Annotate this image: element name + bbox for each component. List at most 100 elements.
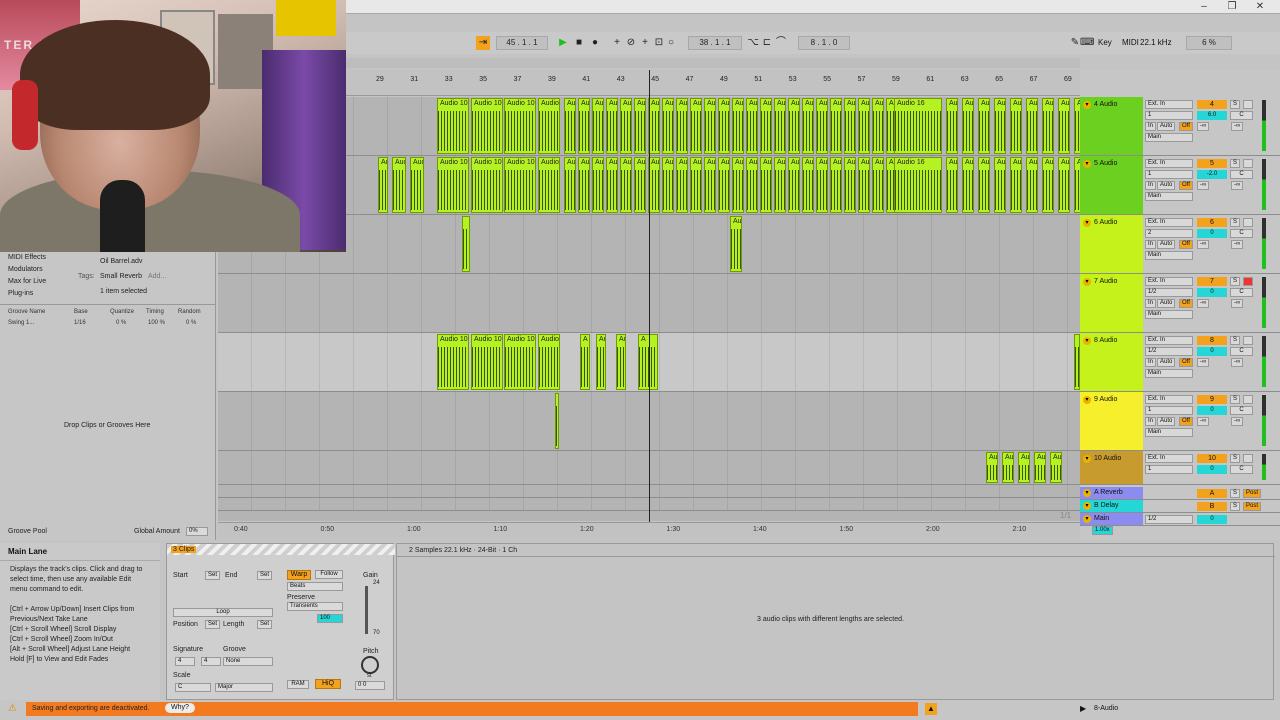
groove-base[interactable]: 1/16 (74, 320, 86, 326)
volume-value[interactable]: 0 (1197, 515, 1227, 524)
track-activator[interactable]: 6 (1197, 218, 1227, 227)
input-type-select[interactable]: Ext. In (1145, 218, 1193, 227)
post-button[interactable]: Post (1243, 489, 1262, 498)
monitor-in-button[interactable]: In (1145, 299, 1157, 308)
audio-clip[interactable] (462, 216, 470, 272)
audio-clip[interactable]: Aud (946, 157, 958, 213)
pan-center[interactable]: C (1230, 229, 1253, 238)
preserve-select[interactable]: Transients (287, 602, 343, 611)
audio-clip[interactable]: Aud (1010, 157, 1022, 213)
audio-clip[interactable]: Au (616, 334, 626, 390)
volume-value[interactable]: 0 (1197, 465, 1227, 474)
audio-clip[interactable]: Audio 16 (894, 98, 942, 154)
minimize-icon[interactable]: – (1194, 1, 1214, 13)
audio-clip[interactable]: Au (858, 157, 870, 213)
audio-clip[interactable]: Au (816, 157, 828, 213)
scale-root-select[interactable]: C (175, 683, 211, 692)
audio-clip[interactable]: Au (1050, 452, 1062, 483)
output-select[interactable]: Main (1145, 428, 1193, 437)
audio-clip[interactable]: Au (690, 98, 702, 154)
punch-out-icon[interactable]: ⌒ (774, 36, 788, 50)
audio-clip[interactable]: Aud (410, 157, 424, 213)
input-channel-select[interactable]: 1 (1145, 406, 1193, 415)
scale-mode-select[interactable]: Major (215, 683, 273, 692)
sample-editor[interactable]: 2 Samples 22.1 kHz · 24-Bit · 1 Ch 3 aud… (396, 543, 1275, 700)
input-channel-select[interactable]: 2 (1145, 229, 1193, 238)
solo-button[interactable]: S (1230, 100, 1240, 109)
track-name[interactable]: 4 Audio (1083, 101, 1117, 109)
send-value[interactable]: -∞ (1231, 240, 1244, 249)
audio-clip[interactable]: Aud (1042, 157, 1054, 213)
volume-value[interactable]: 6.0 (1197, 111, 1227, 120)
audio-clip[interactable]: Au (1034, 452, 1046, 483)
audio-clip[interactable]: Au (732, 157, 744, 213)
pan-center[interactable]: C (1230, 406, 1253, 415)
pan-center[interactable]: C (1230, 465, 1253, 474)
monitor-auto-button[interactable]: Auto (1157, 417, 1176, 426)
output-select[interactable]: Main (1145, 369, 1193, 378)
loop-switch-icon[interactable]: ⊏ (760, 36, 774, 50)
audio-clip[interactable]: Au (746, 98, 758, 154)
length-set-button[interactable]: Set (257, 620, 273, 629)
monitor-in-button[interactable]: In (1145, 358, 1157, 367)
record-icon[interactable]: ● (588, 36, 602, 50)
audio-clip[interactable]: Au (634, 157, 646, 213)
track-name[interactable]: 8 Audio (1083, 337, 1117, 345)
signature-numerator[interactable]: 4 (175, 657, 195, 666)
loop-button[interactable]: Loop (173, 608, 273, 617)
audio-clip[interactable]: Au (788, 98, 800, 154)
monitor-off-button[interactable]: Off (1179, 358, 1193, 367)
audio-clip[interactable]: Aud (962, 98, 974, 154)
audio-clip[interactable]: Audio 16 (894, 157, 942, 213)
pitch-knob[interactable] (361, 656, 379, 674)
monitor-auto-button[interactable]: Auto (1157, 358, 1176, 367)
monitor-in-button[interactable]: In (1145, 122, 1157, 131)
track-header[interactable]: B Delay (1080, 500, 1143, 512)
monitor-off-button[interactable]: Off (1179, 240, 1193, 249)
send-value[interactable]: -∞ (1197, 358, 1210, 367)
arm-button[interactable] (1243, 218, 1253, 227)
audio-clip[interactable]: Au (620, 157, 632, 213)
audio-clip[interactable]: Au (592, 98, 604, 154)
audio-clip[interactable]: Au (718, 98, 730, 154)
send-value[interactable]: -∞ (1231, 181, 1244, 190)
track-activator[interactable]: 7 (1197, 277, 1227, 286)
audio-clip[interactable]: Au (704, 157, 716, 213)
output-channel[interactable]: 1/2 (1145, 515, 1193, 524)
monitor-in-button[interactable]: In (1145, 181, 1157, 190)
end-set-button[interactable]: Set (257, 571, 273, 580)
track-name[interactable]: A Reverb (1083, 489, 1123, 497)
audio-clip[interactable]: Audio 10 (504, 157, 536, 213)
audio-clip[interactable]: Aud (962, 157, 974, 213)
ram-button[interactable]: RAM (287, 680, 309, 689)
audio-clip[interactable]: Aud (994, 157, 1006, 213)
close-icon[interactable]: ✕ (1250, 1, 1270, 13)
audio-clip[interactable]: Aud (994, 98, 1006, 154)
output-select[interactable]: Main (1145, 133, 1193, 142)
track-header[interactable]: Main (1080, 513, 1143, 525)
audio-clip[interactable]: Au (774, 157, 786, 213)
audio-clip[interactable]: Au (788, 157, 800, 213)
audio-clip[interactable]: Au (564, 98, 576, 154)
track-activator[interactable]: 4 (1197, 100, 1227, 109)
solo-button[interactable]: S (1230, 218, 1240, 227)
audio-clip[interactable]: Au (760, 157, 772, 213)
monitor-in-button[interactable]: In (1145, 240, 1157, 249)
arm-button[interactable] (1243, 395, 1253, 404)
play-icon[interactable]: ▶ (556, 36, 570, 50)
audio-clip[interactable]: Au (676, 98, 688, 154)
track-name[interactable]: 7 Audio (1083, 278, 1117, 286)
monitor-auto-button[interactable]: Auto (1157, 299, 1176, 308)
volume-value[interactable]: 0 (1197, 347, 1227, 356)
audio-clip[interactable]: Au (704, 98, 716, 154)
groove-quantize[interactable]: 0 % (116, 320, 126, 326)
audio-clip[interactable]: Aud (1010, 98, 1022, 154)
input-channel-select[interactable]: 1/2 (1145, 347, 1193, 356)
input-channel-select[interactable]: 1 (1145, 111, 1193, 120)
solo-button[interactable]: S (1230, 454, 1240, 463)
volume-value[interactable]: 0 (1197, 406, 1227, 415)
send-value[interactable]: -∞ (1197, 299, 1210, 308)
tag-chip[interactable]: Small Reverb (100, 273, 142, 280)
monitor-auto-button[interactable]: Auto (1157, 122, 1176, 131)
audio-clip[interactable]: Au (774, 98, 786, 154)
